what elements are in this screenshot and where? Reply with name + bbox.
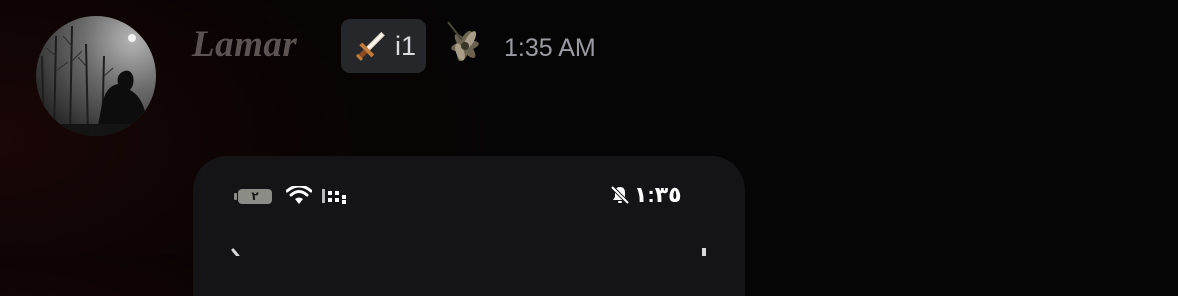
menu-icon	[702, 248, 706, 256]
status-bar-right: ١:٣٥	[610, 181, 682, 209]
sword-icon	[355, 31, 385, 61]
message-timestamp: 1:35 AM	[504, 34, 596, 62]
back-icon	[231, 248, 240, 256]
silent-bell-icon	[610, 185, 630, 205]
avatar[interactable]	[36, 16, 156, 136]
battery-icon: ٢	[234, 188, 272, 204]
role-tag[interactable]: i1	[341, 19, 426, 73]
status-bar-left: ٢	[234, 184, 346, 208]
signal-icon	[322, 189, 346, 204]
battery-label: ٢	[251, 189, 259, 203]
embedded-screenshot[interactable]	[193, 156, 745, 296]
role-tag-text: i1	[395, 30, 417, 61]
author-name[interactable]: Lamar	[192, 23, 297, 66]
status-time: ١:٣٥	[634, 182, 682, 207]
wifi-icon	[286, 186, 312, 204]
flower-icon	[447, 21, 479, 62]
